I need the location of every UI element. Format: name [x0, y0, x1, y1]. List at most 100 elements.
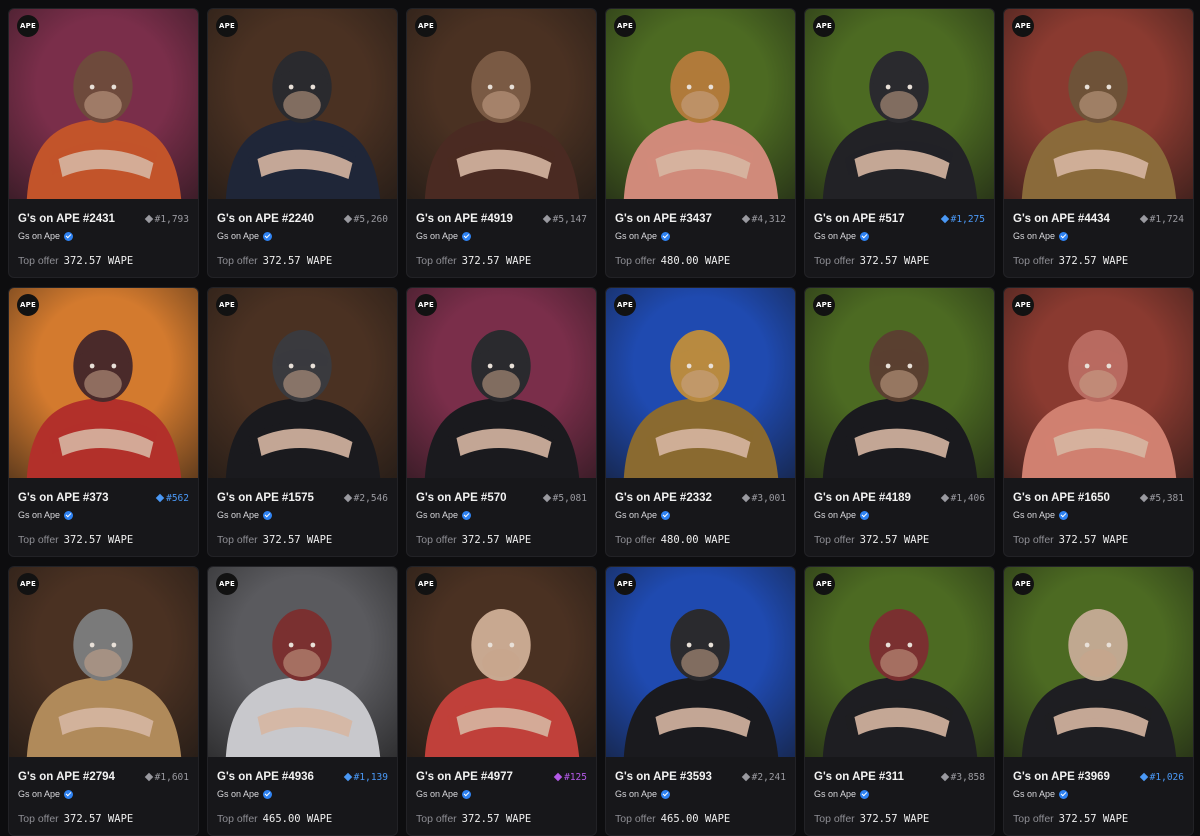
nft-name[interactable]: G's on APE #311	[814, 771, 904, 783]
collection-name[interactable]: Gs on Ape	[814, 789, 856, 799]
nft-name[interactable]: G's on APE #3437	[615, 213, 712, 225]
nft-image[interactable]: APE	[9, 9, 198, 199]
nft-image[interactable]: APE	[407, 9, 596, 199]
nft-name[interactable]: G's on APE #1575	[217, 492, 314, 504]
collection-name[interactable]: Gs on Ape	[18, 510, 60, 520]
rarity-rank: #3,858	[940, 772, 985, 783]
nft-image[interactable]: APE	[606, 567, 795, 757]
collection-name[interactable]: Gs on Ape	[416, 789, 458, 799]
collection-name[interactable]: Gs on Ape	[615, 510, 657, 520]
nft-card[interactable]: APE G's on APE #517 #1,275 Gs on Ape Top…	[804, 8, 995, 278]
nft-image[interactable]: APE	[208, 9, 397, 199]
nft-name[interactable]: G's on APE #1650	[1013, 492, 1110, 504]
nft-name[interactable]: G's on APE #3593	[615, 771, 712, 783]
nft-card[interactable]: APE G's on APE #4977 #125 Gs on Ape Top …	[406, 566, 597, 836]
collection-name[interactable]: Gs on Ape	[615, 231, 657, 241]
nft-image[interactable]: APE	[805, 567, 994, 757]
nft-image[interactable]: APE	[1004, 567, 1193, 757]
collection-name[interactable]: Gs on Ape	[217, 231, 259, 241]
chain-badge: APE	[614, 294, 636, 316]
offer-row: Top offer 480.00 WAPE	[615, 255, 786, 267]
verified-icon	[462, 510, 472, 520]
nft-card[interactable]: APE G's on APE #3437 #4,312 Gs on Ape To…	[605, 8, 796, 278]
nft-card[interactable]: APE G's on APE #2431 #1,793 Gs on Ape To…	[8, 8, 199, 278]
nft-card[interactable]: APE G's on APE #1650 #5,381 Gs on Ape To…	[1003, 287, 1194, 557]
nft-image[interactable]: APE	[9, 288, 198, 478]
offer-value: 372.57 WAPE	[262, 255, 333, 267]
rarity-diamond-icon	[940, 493, 949, 503]
nft-name[interactable]: G's on APE #4977	[416, 771, 513, 783]
chain-badge: APE	[415, 15, 437, 37]
rank-value: #5,147	[552, 213, 587, 225]
nft-name[interactable]: G's on APE #570	[416, 492, 507, 504]
card-info: G's on APE #3969 #1,026 Gs on Ape Top of…	[1004, 757, 1193, 825]
nft-image[interactable]: APE	[407, 567, 596, 757]
nft-card[interactable]: APE G's on APE #4936 #1,139 Gs on Ape To…	[207, 566, 398, 836]
offer-row: Top offer 372.57 WAPE	[18, 813, 189, 825]
nft-name[interactable]: G's on APE #373	[18, 492, 109, 504]
rarity-rank: #3,001	[741, 493, 786, 504]
nft-name[interactable]: G's on APE #3969	[1013, 771, 1110, 783]
offer-label: Top offer	[217, 813, 258, 825]
card-info: G's on APE #570 #5,081 Gs on Ape Top off…	[407, 478, 596, 546]
rarity-rank: #1,724	[1139, 214, 1184, 225]
nft-image[interactable]: APE	[805, 9, 994, 199]
nft-card[interactable]: APE G's on APE #311 #3,858 Gs on Ape Top…	[804, 566, 995, 836]
nft-card[interactable]: APE G's on APE #2794 #1,601 Gs on Ape To…	[8, 566, 199, 836]
card-info: G's on APE #373 #562 Gs on Ape Top offer…	[9, 478, 198, 546]
collection-name[interactable]: Gs on Ape	[814, 510, 856, 520]
nft-image[interactable]: APE	[208, 288, 397, 478]
rarity-diamond-icon	[144, 214, 153, 224]
ape-figure	[26, 330, 182, 478]
verified-icon	[860, 510, 870, 520]
nft-name[interactable]: G's on APE #4919	[416, 213, 513, 225]
collection-name[interactable]: Gs on Ape	[1013, 789, 1055, 799]
ape-figure	[822, 51, 978, 199]
nft-image[interactable]: APE	[1004, 9, 1193, 199]
nft-image[interactable]: APE	[606, 9, 795, 199]
nft-image[interactable]: APE	[9, 567, 198, 757]
collection-name[interactable]: Gs on Ape	[217, 510, 259, 520]
nft-name[interactable]: G's on APE #2240	[217, 213, 314, 225]
collection-name[interactable]: Gs on Ape	[416, 231, 458, 241]
chain-badge: APE	[813, 573, 835, 595]
nft-image[interactable]: APE	[606, 288, 795, 478]
title-row: G's on APE #4434 #1,724	[1013, 211, 1184, 227]
nft-card[interactable]: APE G's on APE #4189 #1,406 Gs on Ape To…	[804, 287, 995, 557]
collection-name[interactable]: Gs on Ape	[814, 231, 856, 241]
nft-name[interactable]: G's on APE #517	[814, 213, 905, 225]
offer-label: Top offer	[1013, 255, 1054, 267]
nft-image[interactable]: APE	[407, 288, 596, 478]
nft-name[interactable]: G's on APE #4434	[1013, 213, 1110, 225]
title-row: G's on APE #3437 #4,312	[615, 211, 786, 227]
collection-name[interactable]: Gs on Ape	[217, 789, 259, 799]
rarity-rank: #125	[553, 772, 587, 783]
nft-card[interactable]: APE G's on APE #3593 #2,241 Gs on Ape To…	[605, 566, 796, 836]
nft-card[interactable]: APE G's on APE #570 #5,081 Gs on Ape Top…	[406, 287, 597, 557]
collection-name[interactable]: Gs on Ape	[416, 510, 458, 520]
collection-name[interactable]: Gs on Ape	[18, 789, 60, 799]
nft-card[interactable]: APE G's on APE #3969 #1,026 Gs on Ape To…	[1003, 566, 1194, 836]
nft-name[interactable]: G's on APE #2332	[615, 492, 712, 504]
nft-card[interactable]: APE G's on APE #4434 #1,724 Gs on Ape To…	[1003, 8, 1194, 278]
rarity-rank: #5,147	[542, 213, 587, 225]
nft-image[interactable]: APE	[805, 288, 994, 478]
nft-name[interactable]: G's on APE #2431	[18, 213, 115, 225]
offer-value: 372.57 WAPE	[859, 813, 930, 825]
collection-name[interactable]: Gs on Ape	[1013, 510, 1055, 520]
collection-row: Gs on Ape	[18, 229, 189, 243]
nft-image[interactable]: APE	[1004, 288, 1193, 478]
collection-name[interactable]: Gs on Ape	[18, 231, 60, 241]
nft-image[interactable]: APE	[208, 567, 397, 757]
nft-card[interactable]: APE G's on APE #1575 #2,546 Gs on Ape To…	[207, 287, 398, 557]
nft-card[interactable]: APE G's on APE #4919 #5,147 Gs on Ape To…	[406, 8, 597, 278]
collection-name[interactable]: Gs on Ape	[1013, 231, 1055, 241]
nft-card[interactable]: APE G's on APE #2332 #3,001 Gs on Ape To…	[605, 287, 796, 557]
nft-name[interactable]: G's on APE #4189	[814, 492, 911, 504]
nft-name[interactable]: G's on APE #4936	[217, 771, 314, 783]
nft-name[interactable]: G's on APE #2794	[18, 771, 115, 783]
nft-card[interactable]: APE G's on APE #373 #562 Gs on Ape Top o…	[8, 287, 199, 557]
nft-card[interactable]: APE G's on APE #2240 #5,260 Gs on Ape To…	[207, 8, 398, 278]
offer-row: Top offer 372.57 WAPE	[18, 255, 189, 267]
collection-name[interactable]: Gs on Ape	[615, 789, 657, 799]
